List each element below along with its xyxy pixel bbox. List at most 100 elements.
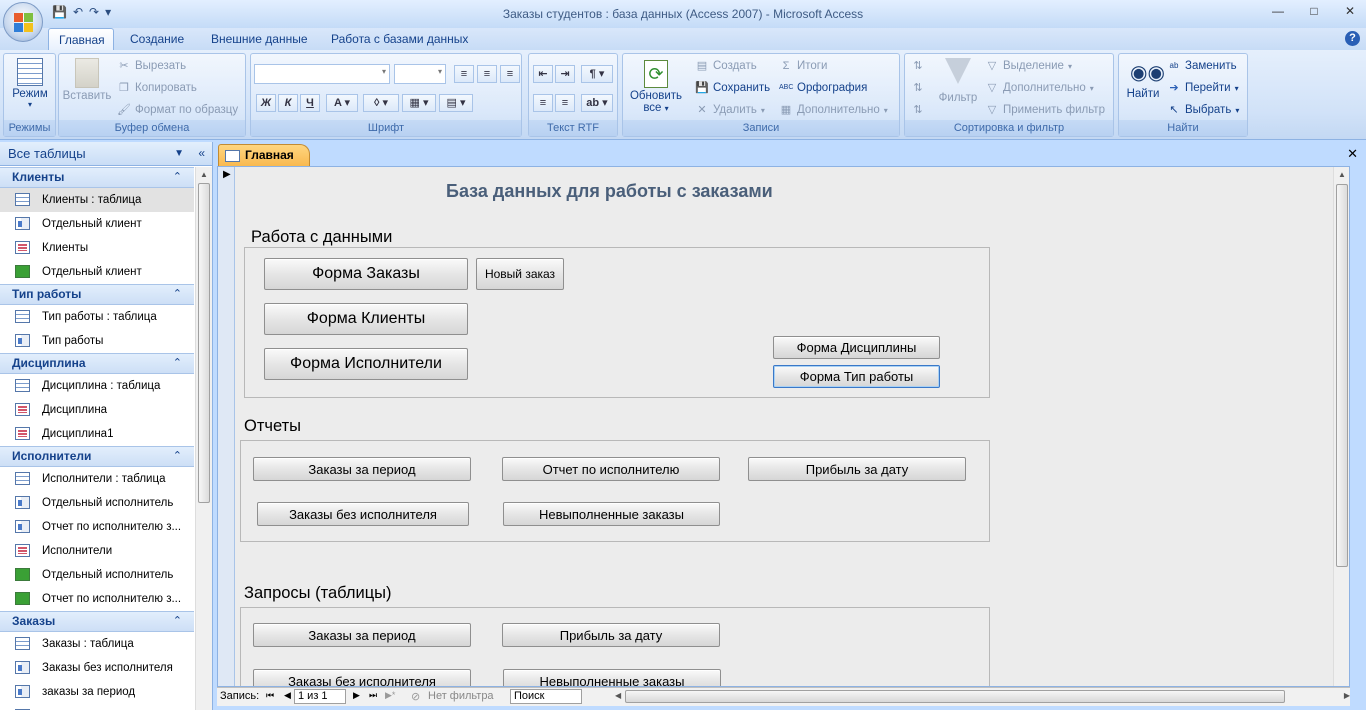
tab-external-data[interactable]: Внешние данные bbox=[201, 28, 318, 50]
nav-item[interactable]: Тип работы : таблица bbox=[0, 305, 194, 329]
scroll-up-icon[interactable]: ▲ bbox=[1338, 170, 1346, 179]
spelling-button[interactable]: ABC Орфография bbox=[779, 81, 867, 95]
nav-item[interactable]: Отчет по исполнителю з... bbox=[0, 515, 194, 539]
scroll-up-icon[interactable]: ▲ bbox=[200, 170, 208, 179]
report-orders-period-button[interactable]: Заказы за период bbox=[253, 457, 471, 481]
nav-pane-menu-icon[interactable]: ▼ bbox=[174, 148, 184, 159]
close-document-icon[interactable]: ✕ bbox=[1347, 146, 1358, 162]
clear-sort-button[interactable]: ⇅ bbox=[911, 103, 925, 117]
report-executor-button[interactable]: Отчет по исполнителю bbox=[502, 457, 720, 481]
executors-form-button[interactable]: Форма Исполнители bbox=[264, 348, 468, 380]
worktype-form-button[interactable]: Форма Тип работы bbox=[773, 365, 940, 388]
maximize-icon[interactable]: □ bbox=[1306, 4, 1322, 18]
tab-create[interactable]: Создание bbox=[120, 28, 194, 50]
doc-tab-main[interactable]: Главная bbox=[218, 144, 310, 166]
nav-group-header[interactable]: Заказы ⌃ bbox=[0, 611, 194, 632]
nav-pane-header[interactable]: Все таблицы ▼ « bbox=[0, 142, 212, 166]
close-icon[interactable]: ✕ bbox=[1342, 4, 1358, 18]
tab-database-tools[interactable]: Работа с базами данных bbox=[321, 28, 478, 50]
nav-scroll-thumb[interactable] bbox=[198, 183, 210, 503]
nav-item[interactable]: Дисциплина : таблица bbox=[0, 374, 194, 398]
align-center-icon[interactable]: ≡ bbox=[477, 65, 497, 83]
paste-button[interactable]: Вставить bbox=[61, 58, 113, 102]
increase-indent-icon[interactable]: ⇥ bbox=[555, 65, 575, 83]
advanced-filter-button[interactable]: ▽ Дополнительно ▾ bbox=[985, 81, 1094, 95]
highlight-icon[interactable]: ab ▾ bbox=[581, 94, 613, 112]
office-button[interactable] bbox=[3, 2, 43, 42]
chevron-up-icon[interactable]: ⌃ bbox=[173, 285, 182, 304]
view-button[interactable]: Режим ▾ bbox=[8, 58, 52, 109]
cut-button[interactable]: ✂ Вырезать bbox=[117, 59, 186, 73]
query-profit-date-button[interactable]: Прибыль за дату bbox=[502, 623, 720, 647]
nav-item[interactable]: Невыполненные заказы bbox=[0, 704, 194, 710]
nav-item[interactable]: Отдельный исполнитель bbox=[0, 563, 194, 587]
nav-item[interactable]: Клиенты : таблица bbox=[0, 188, 194, 212]
goto-button[interactable]: ➔ Перейти ▾ bbox=[1167, 81, 1238, 95]
chevron-up-icon[interactable]: ⌃ bbox=[173, 354, 182, 373]
disciplines-form-button[interactable]: Форма Дисциплины bbox=[773, 336, 940, 359]
report-orders-no-executor-button[interactable]: Заказы без исполнителя bbox=[257, 502, 469, 526]
delete-record-button[interactable]: ✕ Удалить ▾ bbox=[695, 103, 765, 117]
nav-item[interactable]: Отчет по исполнителю з... bbox=[0, 587, 194, 611]
search-box[interactable]: Поиск bbox=[510, 689, 582, 704]
form-scroll-thumb[interactable] bbox=[1336, 184, 1348, 567]
minimize-icon[interactable]: — bbox=[1270, 4, 1286, 18]
form-horizontal-scrollbar[interactable]: ◀ ▶ bbox=[615, 689, 1350, 705]
selection-button[interactable]: ▽ Выделение ▾ bbox=[985, 59, 1072, 73]
report-profit-date-button[interactable]: Прибыль за дату bbox=[748, 457, 966, 481]
chevron-up-icon[interactable]: ⌃ bbox=[173, 612, 182, 631]
format-painter-button[interactable]: 🖌 Формат по образцу bbox=[117, 103, 238, 117]
orders-form-button[interactable]: Форма Заказы bbox=[264, 258, 468, 290]
new-record-nav-icon[interactable]: ▶* bbox=[385, 690, 395, 701]
current-record-field[interactable]: 1 из 1 bbox=[294, 689, 346, 704]
select-button[interactable]: ↖ Выбрать ▾ bbox=[1167, 103, 1239, 117]
query-orders-no-executor-button[interactable]: Заказы без исполнителя bbox=[253, 669, 471, 686]
nav-item[interactable]: Тип работы bbox=[0, 329, 194, 353]
filter-button[interactable]: Фильтр bbox=[935, 58, 981, 104]
chevron-up-icon[interactable]: ⌃ bbox=[173, 168, 182, 187]
sort-ascending-button[interactable]: ⇅ bbox=[911, 59, 925, 73]
font-size-select[interactable]: ▾ bbox=[394, 64, 446, 84]
tab-home[interactable]: Главная bbox=[48, 28, 114, 50]
chevron-up-icon[interactable]: ⌃ bbox=[173, 447, 182, 466]
nav-item[interactable]: Отдельный клиент bbox=[0, 212, 194, 236]
sort-descending-button[interactable]: ⇅ bbox=[911, 81, 925, 95]
nav-scrollbar[interactable]: ▲ bbox=[195, 167, 212, 710]
bullet-list-icon[interactable]: ≡ bbox=[555, 94, 575, 112]
scroll-left-icon[interactable]: ◀ bbox=[615, 691, 621, 700]
new-record-button[interactable]: ▤ Создать bbox=[695, 59, 757, 73]
save-record-button[interactable]: 💾 Сохранить bbox=[695, 81, 770, 95]
bold-icon[interactable]: Ж bbox=[256, 94, 276, 112]
shutter-bar-close-icon[interactable]: « bbox=[198, 146, 205, 160]
filter-status[interactable]: Нет фильтра bbox=[428, 690, 494, 702]
nav-item[interactable]: Исполнители : таблица bbox=[0, 467, 194, 491]
copy-button[interactable]: ❐ Копировать bbox=[117, 81, 197, 95]
form-vertical-scrollbar[interactable]: ▲ bbox=[1333, 167, 1349, 686]
nav-group-header[interactable]: Исполнители ⌃ bbox=[0, 446, 194, 467]
nav-item[interactable]: Дисциплина1 bbox=[0, 422, 194, 446]
font-color-icon[interactable]: A ▾ bbox=[326, 94, 358, 112]
prev-record-icon[interactable]: ◀ bbox=[284, 690, 291, 701]
toggle-filter-button[interactable]: ▽ Применить фильтр bbox=[985, 103, 1105, 117]
font-name-select[interactable]: ▾ bbox=[254, 64, 390, 84]
nav-group-header[interactable]: Тип работы ⌃ bbox=[0, 284, 194, 305]
fill-color-icon[interactable]: ◊ ▾ bbox=[363, 94, 399, 112]
record-selector[interactable]: ▶ bbox=[218, 167, 235, 686]
help-icon[interactable]: ? bbox=[1345, 31, 1360, 46]
nav-group-header[interactable]: Клиенты ⌃ bbox=[0, 167, 194, 188]
new-order-button[interactable]: Новый заказ bbox=[476, 258, 564, 290]
clients-form-button[interactable]: Форма Клиенты bbox=[264, 303, 468, 335]
nav-item[interactable]: заказы за период bbox=[0, 680, 194, 704]
nav-item[interactable]: Дисциплина bbox=[0, 398, 194, 422]
paragraph-direction-icon[interactable]: ¶ ▾ bbox=[581, 65, 613, 83]
query-orders-period-button[interactable]: Заказы за период bbox=[253, 623, 471, 647]
nav-item[interactable]: Отдельный исполнитель bbox=[0, 491, 194, 515]
horizontal-scroll-thumb[interactable] bbox=[625, 690, 1285, 703]
gridlines-icon[interactable]: ▦ ▾ bbox=[402, 94, 436, 112]
first-record-icon[interactable]: ⏮ bbox=[266, 690, 274, 701]
nav-item[interactable]: Отдельный клиент bbox=[0, 260, 194, 284]
nav-item[interactable]: Заказы : таблица bbox=[0, 632, 194, 656]
last-record-icon[interactable]: ⏭ bbox=[369, 690, 377, 701]
replace-button[interactable]: ab Заменить bbox=[1167, 59, 1237, 73]
scroll-right-icon[interactable]: ▶ bbox=[1344, 691, 1350, 700]
